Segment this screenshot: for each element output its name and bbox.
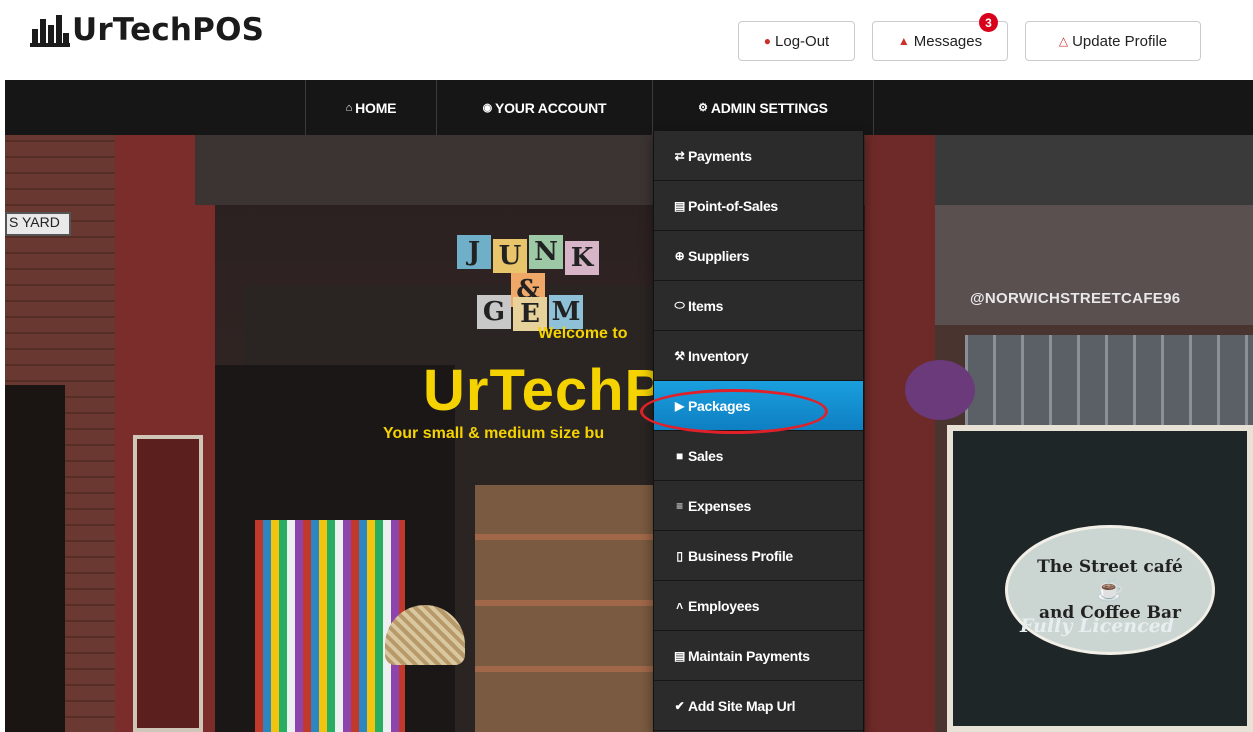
dropdown-item-expenses[interactable]: ≡ Expenses [654, 481, 863, 531]
hero-cafe-fascia [935, 205, 1253, 325]
nav-your-account[interactable]: ◉ YOUR ACCOUNT [436, 80, 652, 135]
transfer-icon: ⇄ [674, 148, 685, 163]
hero-hanging-basket [905, 360, 975, 420]
card-icon: ▤ [673, 198, 686, 213]
dropdown-item-packages[interactable]: ▶ Packages [654, 381, 863, 431]
coffee-cup-icon: ☕ [1096, 577, 1124, 602]
dropdown-item-label: Add Site Map Url [688, 697, 796, 714]
header: UrTechPOS ● Log-Out ▲ Messages 3 △ Updat… [0, 0, 1253, 80]
logo-tile: K [565, 241, 599, 275]
hero-subtitle: Your small & medium size bu [383, 425, 605, 442]
check-circle-icon: ✔ [674, 698, 685, 713]
dropdown-item-label: Point-of-Sales [688, 197, 778, 214]
dropdown-item-label: Sales [688, 447, 724, 464]
dropdown-item-label: Payments [688, 147, 752, 164]
nav-admin-settings[interactable]: ⚙ ADMIN SETTINGS [652, 80, 874, 135]
hero-banner: @NORWICHSTREETCAFE96 S YARD The Street c… [5, 135, 1253, 732]
messages-button[interactable]: ▲ Messages 3 [872, 13, 1008, 61]
dropdown-item-add-site-map-url[interactable]: ✔ Add Site Map Url [654, 681, 863, 731]
page-root: UrTechPOS ● Log-Out ▲ Messages 3 △ Updat… [0, 0, 1253, 732]
hero-shelf-goods [475, 485, 655, 732]
logo-tile: M [549, 295, 583, 329]
hero-cafe-script: Fully Licenced [1020, 615, 1175, 637]
hero-cafe-handle: @NORWICHSTREETCAFE96 [970, 290, 1181, 307]
hero-yard-sign: S YARD [5, 212, 71, 236]
plus-circle-icon: ⊕ [674, 248, 685, 263]
hero-shop-logo: J U N K & G E M [457, 235, 602, 331]
hero-doorway [5, 385, 65, 732]
dropdown-item-label: Maintain Payments [688, 647, 810, 664]
dropdown-item-suppliers[interactable]: ⊕ Suppliers [654, 231, 863, 281]
logout-button[interactable]: ● Log-Out [738, 21, 855, 61]
home-icon: ⌂ [345, 101, 353, 114]
update-profile-label: Update Profile [1072, 32, 1168, 50]
clipboard-icon: ▯ [676, 548, 683, 563]
chart-logo-icon [30, 15, 70, 47]
hero-title: UrTechP [423, 358, 665, 423]
nav-account-label: YOUR ACCOUNT [494, 99, 607, 116]
dropdown-item-label: Packages [688, 397, 751, 414]
dropdown-item-inventory[interactable]: ⚒ Inventory [654, 331, 863, 381]
logo-tile: G [477, 295, 511, 329]
dropdown-item-label: Employees [688, 597, 760, 614]
arrow-circle-icon: ▶ [675, 398, 684, 413]
lock-icon: ● [763, 34, 772, 48]
brand[interactable]: UrTechPOS [30, 12, 264, 48]
messages-label: Messages [913, 32, 983, 50]
card-icon: ▤ [673, 648, 686, 663]
hero-cafe-top [935, 135, 1253, 205]
caret-up-icon: ˄ [676, 598, 683, 613]
user-icon: △ [1058, 34, 1069, 48]
dropdown-item-label: Inventory [688, 347, 749, 364]
hero-welcome-text: Welcome to [538, 325, 628, 342]
expenses-icon: ≡ [676, 498, 683, 513]
admin-settings-dropdown: ⇄ Payments ▤ Point-of-Sales ⊕ Suppliers ⬭ Items… [653, 131, 864, 732]
dropdown-item-items[interactable]: ⬭ Items [654, 281, 863, 331]
hero-pillar-panel [133, 435, 203, 732]
logout-label: Log-Out [775, 32, 830, 50]
nav-home[interactable]: ⌂ HOME [305, 80, 436, 135]
dropdown-item-sales[interactable]: ■ Sales [654, 431, 863, 481]
dropdown-item-label: Business Profile [688, 547, 793, 564]
book-icon: ■ [676, 448, 683, 463]
dropdown-item-payments[interactable]: ⇄ Payments [654, 131, 863, 181]
nav-home-label: HOME [355, 99, 397, 116]
wrench-icon: ⚒ [674, 348, 685, 363]
logo-tile: U [493, 239, 527, 273]
tag-icon: ⬭ [674, 298, 685, 312]
logo-tile: J [457, 235, 491, 269]
dropdown-item-label: Items [688, 297, 724, 314]
hero-pillar-right [865, 135, 945, 732]
hero-cafe-transom [965, 335, 1253, 425]
dropdown-item-maintain-payments[interactable]: ▤ Maintain Payments [654, 631, 863, 681]
brand-name: UrTechPOS [72, 12, 265, 48]
hero-cafe-line1: The Street café [1037, 557, 1183, 577]
dropdown-item-label: Suppliers [688, 247, 750, 264]
dropdown-item-point-of-sales[interactable]: ▤ Point-of-Sales [654, 181, 863, 231]
logo-tile: N [529, 235, 563, 269]
nav-admin-label: ADMIN SETTINGS [710, 99, 828, 116]
main-navbar: ⌂ HOME ◉ YOUR ACCOUNT ⚙ ADMIN SETTINGS [5, 80, 1253, 135]
envelope-icon: ▲ [897, 34, 910, 48]
messages-count-badge: 3 [979, 13, 998, 32]
gear-icon: ⚙ [698, 102, 708, 114]
account-icon: ◉ [482, 102, 493, 114]
update-profile-button[interactable]: △ Update Profile [1025, 21, 1201, 61]
dropdown-item-label: Expenses [688, 497, 751, 514]
dropdown-item-employees[interactable]: ˄ Employees [654, 581, 863, 631]
hero-striped-curtain [255, 520, 405, 732]
dropdown-item-business-profile[interactable]: ▯ Business Profile [654, 531, 863, 581]
